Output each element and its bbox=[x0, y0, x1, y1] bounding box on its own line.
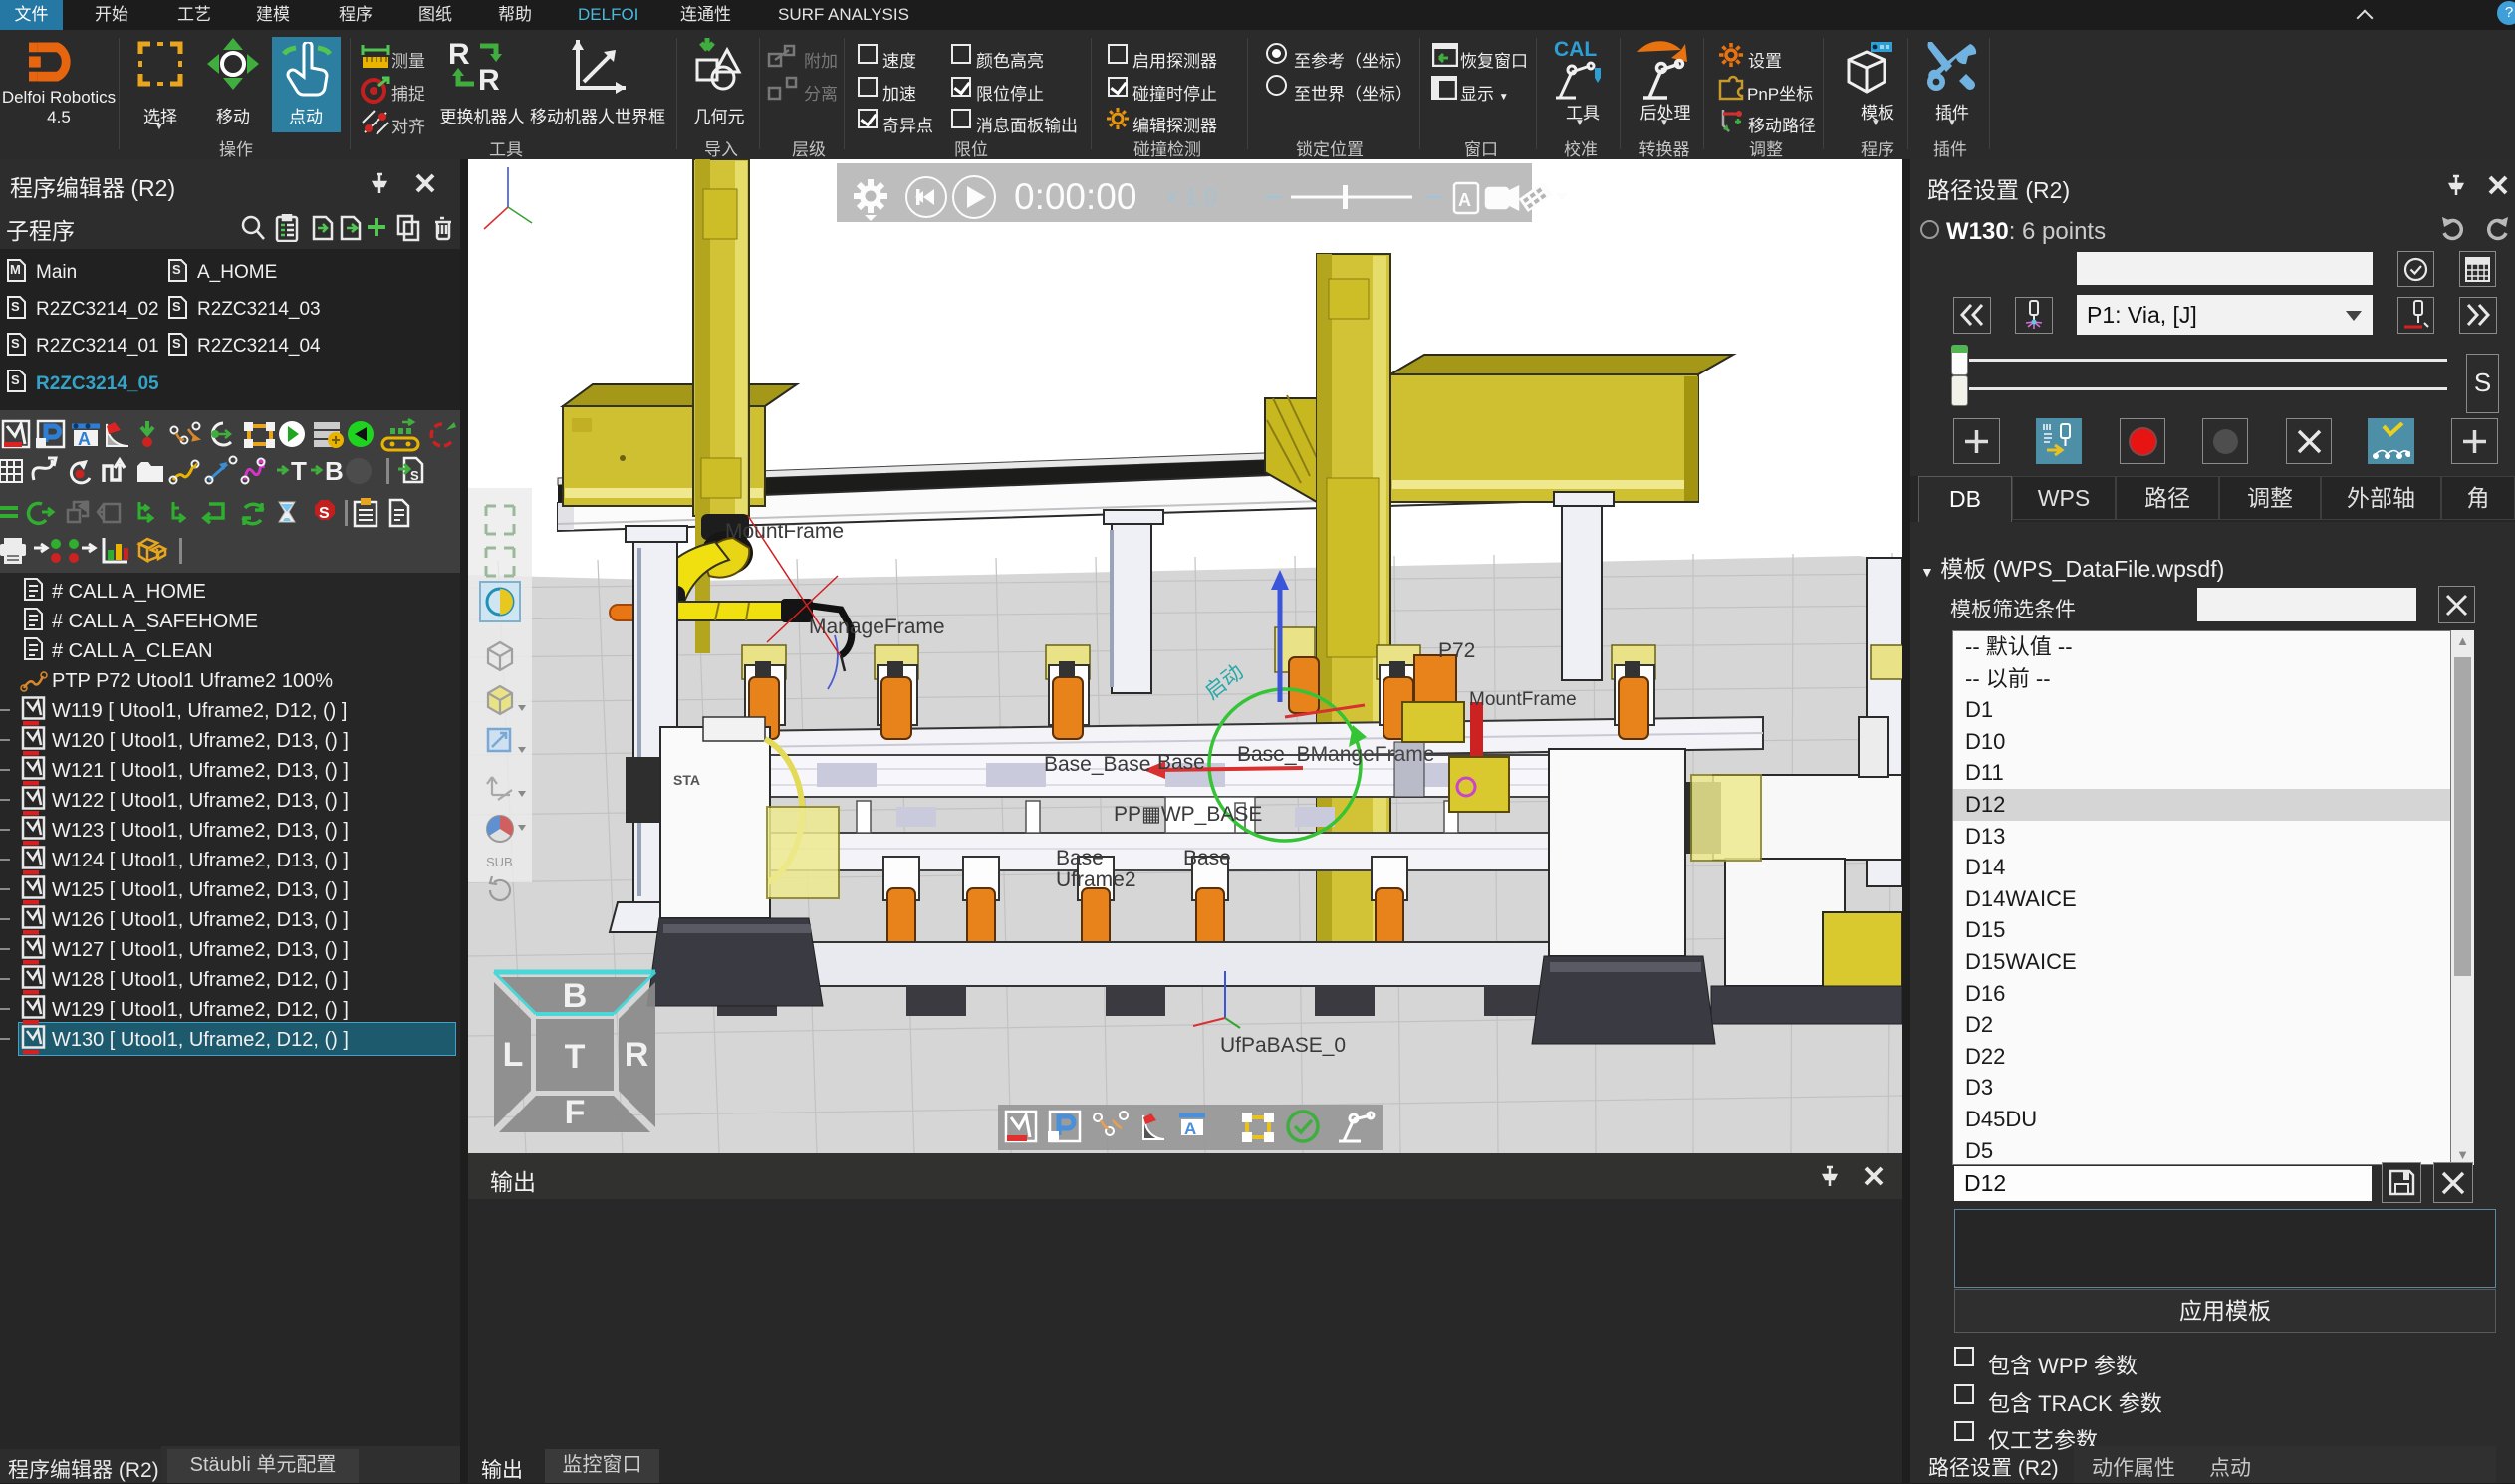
svg-text:A: A bbox=[1458, 190, 1471, 210]
svg-text:STA: STA bbox=[673, 772, 700, 788]
svg-text:Base: Base bbox=[1183, 847, 1231, 869]
svg-text:A: A bbox=[78, 429, 91, 449]
svg-text:Base: Base bbox=[1157, 751, 1205, 774]
svg-text:R: R bbox=[448, 38, 470, 71]
svg-text:R: R bbox=[625, 1036, 649, 1074]
svg-text:R2ZC3214_02: R2ZC3214_02 bbox=[36, 299, 159, 320]
svg-text:R2ZC3214_04: R2ZC3214_04 bbox=[197, 336, 321, 357]
svg-text:PTP P72 Utool1 Uframe2 100%: PTP P72 Utool1 Uframe2 100% bbox=[52, 670, 333, 692]
svg-text:R: R bbox=[478, 64, 500, 94]
svg-text:S: S bbox=[319, 505, 330, 522]
svg-text:# CALL A_SAFEHOME: # CALL A_SAFEHOME bbox=[52, 611, 258, 632]
svg-text:T: T bbox=[565, 1038, 586, 1076]
svg-text:R2ZC3214_01: R2ZC3214_01 bbox=[36, 336, 159, 357]
svg-text:Base_BMangeFrame: Base_BMangeFrame bbox=[1237, 743, 1434, 766]
svg-text:W129 [ Utool1, Uframe2, D12,: W129 [ Utool1, Uframe2, D12, () ] bbox=[52, 999, 349, 1021]
svg-text:0:00:00: 0:00:00 bbox=[1014, 176, 1136, 217]
svg-text:W124 [ Utool1, Uframe2, D13,: W124 [ Utool1, Uframe2, D13, () ] bbox=[52, 850, 349, 871]
svg-text:R2ZC3214_05: R2ZC3214_05 bbox=[36, 373, 159, 394]
svg-text:S: S bbox=[410, 468, 419, 483]
svg-text:W121 [ Utool1, Uframe2, D13,: W121 [ Utool1, Uframe2, D13, () ] bbox=[52, 760, 349, 782]
svg-text:× 1.0: × 1.0 bbox=[1165, 184, 1217, 210]
svg-text:W128 [ Utool1, Uframe2, D12,: W128 [ Utool1, Uframe2, D12, () ] bbox=[52, 969, 349, 991]
svg-text:B: B bbox=[563, 977, 588, 1015]
svg-text:M: M bbox=[10, 262, 21, 277]
svg-text:ManageFrame: ManageFrame bbox=[809, 616, 945, 638]
svg-text:W120 [ Utool1, Uframe2, D13,: W120 [ Utool1, Uframe2, D13, () ] bbox=[52, 730, 349, 752]
svg-text:PP▦WP_BASE: PP▦WP_BASE bbox=[1114, 803, 1262, 826]
svg-text:S: S bbox=[172, 336, 181, 351]
svg-text:L: L bbox=[503, 1036, 524, 1074]
svg-text:MountFrame: MountFrame bbox=[725, 520, 844, 543]
svg-text:# CALL A_HOME: # CALL A_HOME bbox=[52, 581, 206, 603]
svg-text:S: S bbox=[172, 299, 181, 314]
svg-text:MountFrame: MountFrame bbox=[1469, 689, 1577, 710]
svg-text:SUB: SUB bbox=[486, 855, 513, 869]
svg-text:F: F bbox=[565, 1094, 586, 1131]
svg-text:W122 [ Utool1, Uframe2, D13,: W122 [ Utool1, Uframe2, D13, () ] bbox=[52, 790, 349, 812]
svg-text:S: S bbox=[172, 262, 181, 277]
svg-text:Uframe2: Uframe2 bbox=[1056, 868, 1136, 891]
svg-text:# CALL A_CLEAN: # CALL A_CLEAN bbox=[52, 640, 213, 662]
svg-text:W119 [ Utool1, Uframe2, D12,: W119 [ Utool1, Uframe2, D12, () ] bbox=[52, 700, 347, 722]
svg-text:S: S bbox=[11, 372, 20, 387]
svg-text:A: A bbox=[1184, 1119, 1196, 1138]
svg-text:W126 [ Utool1, Uframe2, D13,: W126 [ Utool1, Uframe2, D13, () ] bbox=[52, 909, 349, 931]
svg-text:B: B bbox=[325, 456, 344, 486]
svg-text:R2ZC3214_03: R2ZC3214_03 bbox=[197, 299, 321, 320]
svg-text:Main: Main bbox=[36, 262, 77, 283]
svg-text:S: S bbox=[11, 299, 20, 314]
svg-text:UfPaBASE_0: UfPaBASE_0 bbox=[1220, 1034, 1346, 1057]
svg-text:Base_Base: Base_Base bbox=[1044, 753, 1150, 776]
svg-text:W130 [ Utool1, Uframe2, D12,: W130 [ Utool1, Uframe2, D12, () ] bbox=[52, 1029, 349, 1051]
svg-text:S: S bbox=[11, 336, 20, 351]
svg-text:W123 [ Utool1, Uframe2, D13,: W123 [ Utool1, Uframe2, D13, () ] bbox=[52, 820, 349, 842]
svg-text:W125 [ Utool1, Uframe2, D13,: W125 [ Utool1, Uframe2, D13, () ] bbox=[52, 879, 349, 901]
svg-text:W127 [ Utool1, Uframe2, D13,: W127 [ Utool1, Uframe2, D13, () ] bbox=[52, 939, 349, 961]
svg-text:A_HOME: A_HOME bbox=[197, 262, 277, 283]
svg-text:P72: P72 bbox=[1438, 639, 1475, 662]
svg-text:T: T bbox=[291, 456, 307, 486]
svg-text:Base: Base bbox=[1056, 847, 1104, 869]
